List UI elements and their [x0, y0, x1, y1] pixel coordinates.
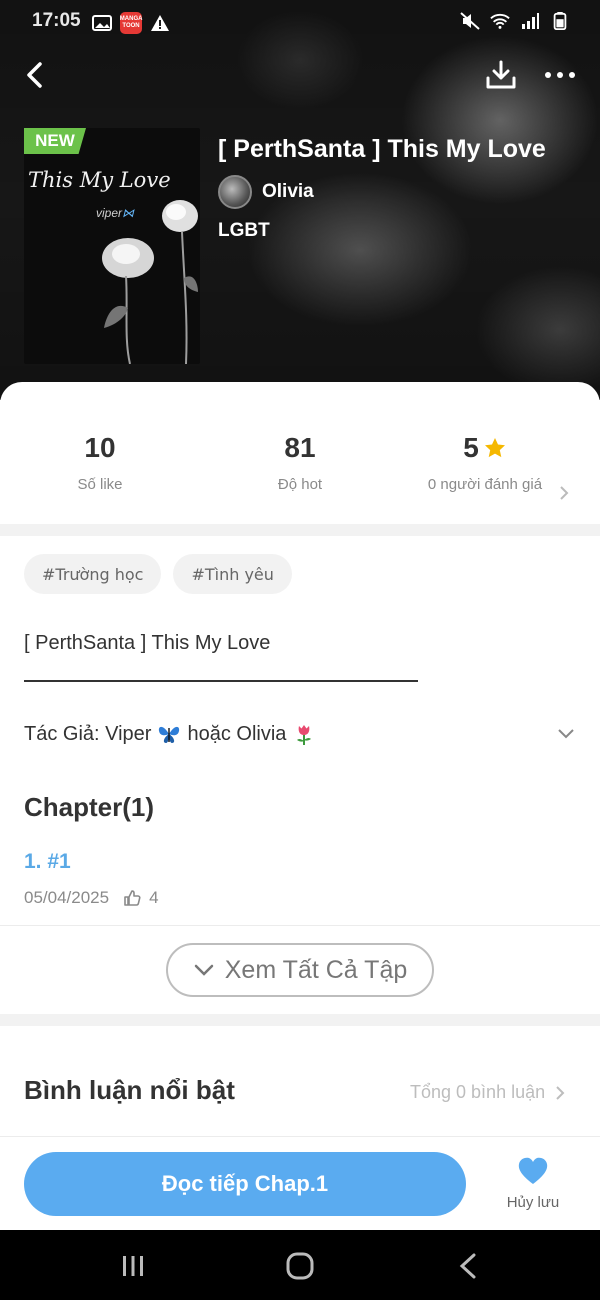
description-rule	[24, 680, 418, 682]
rating-value-row: 5	[463, 432, 507, 464]
thumbs-up-icon	[124, 890, 141, 906]
chevron-right-icon[interactable]	[558, 485, 570, 501]
comments-heading: Bình luận nổi bật	[24, 1075, 235, 1105]
star-icon	[484, 438, 505, 458]
chapter-meta: 05/04/2025 4	[24, 888, 159, 908]
hot-count: 81	[284, 432, 316, 463]
book-title: [ PerthSanta ] This My Love	[218, 135, 546, 163]
heart-icon	[518, 1157, 548, 1184]
chapter-date: 05/04/2025	[24, 888, 110, 907]
dot-icon	[545, 72, 551, 78]
chapter-link[interactable]: 1. #1	[24, 850, 71, 874]
cover-image[interactable]: This My Love viper⋈	[24, 128, 200, 364]
tag-list: #Trường học #Tình yêu	[24, 554, 292, 594]
chevron-down-icon[interactable]	[556, 726, 576, 742]
dot-icon	[557, 72, 563, 78]
battery-icon	[553, 12, 567, 30]
author-name[interactable]: Olivia	[262, 181, 314, 203]
download-button[interactable]	[484, 58, 518, 92]
more-options-button[interactable]	[540, 64, 580, 86]
download-icon	[486, 60, 516, 89]
hot-label: Độ hot	[277, 476, 323, 493]
chevron-right-icon	[556, 1085, 565, 1100]
rose-illustration	[102, 200, 198, 364]
chapter-heading: Chapter(1)	[24, 792, 155, 822]
unsave-label: Hủy lưu	[506, 1194, 560, 1211]
app-badge-icon: MANGA TOON	[120, 12, 142, 34]
likes-stat: 10 Số like	[0, 432, 200, 493]
back-button[interactable]	[18, 58, 50, 92]
stats-row: 10 Số like 81 Độ hot 5 0 người đánh giá	[0, 382, 600, 524]
view-all-chapters-button[interactable]: Xem Tất Cả Tập	[166, 943, 434, 997]
system-nav-bar	[0, 1230, 600, 1300]
rating-stat[interactable]: 5 0 người đánh giá	[385, 432, 585, 493]
unsave-button[interactable]: Hủy lưu	[498, 1156, 568, 1211]
status-time: 17:05	[32, 10, 81, 31]
likes-label: Số like	[77, 476, 123, 493]
description-author: Tác Giả: Viper hoặc Olivia	[24, 722, 316, 746]
chapter-like-count: 4	[149, 888, 159, 907]
status-left-icons: MANGA TOON	[92, 12, 170, 34]
divider	[0, 1136, 600, 1137]
section-divider	[0, 1014, 600, 1026]
home-icon[interactable]	[280, 1252, 320, 1280]
mute-icon	[460, 12, 480, 30]
rating-score: 5	[463, 432, 479, 463]
chapter-likes: 4	[123, 888, 159, 908]
tag-love[interactable]: #Tình yêu	[173, 554, 292, 594]
description-author-prefix: Tác Giả: Viper	[24, 722, 152, 745]
avatar[interactable]	[218, 175, 252, 209]
hot-stat: 81 Độ hot	[200, 432, 400, 493]
status-bar: 17:05 MANGA TOON	[0, 0, 600, 44]
tulip-icon	[297, 725, 312, 745]
butterfly-icon	[159, 726, 180, 743]
back-nav-icon[interactable]	[448, 1252, 488, 1280]
recent-apps-icon[interactable]	[113, 1252, 153, 1280]
signal-icon	[522, 13, 539, 29]
status-right-icons	[460, 12, 570, 30]
section-divider	[0, 524, 600, 536]
likes-count: 10	[84, 432, 116, 463]
chevron-down-icon	[194, 964, 213, 976]
description-author-rest: hoặc Olivia	[187, 722, 287, 745]
dot-icon	[569, 72, 575, 78]
genre-label[interactable]: LGBT	[218, 220, 270, 242]
new-badge: NEW	[24, 128, 86, 154]
warning-icon	[151, 15, 169, 31]
chevron-left-icon	[27, 62, 42, 88]
rating-label: 0 người đánh giá	[427, 476, 543, 493]
comments-total-link[interactable]: Tổng 0 bình luận	[410, 1082, 565, 1103]
tag-school[interactable]: #Trường học	[24, 554, 162, 594]
gallery-icon	[92, 15, 112, 31]
description-title: [ PerthSanta ] This My Love	[24, 632, 271, 654]
view-all-label: Xem Tất Cả Tập	[224, 955, 408, 984]
comments-total: Tổng 0 bình luận	[410, 1082, 546, 1102]
wifi-icon	[490, 13, 510, 29]
author-row[interactable]: Olivia	[218, 175, 314, 209]
continue-reading-button[interactable]: Đọc tiếp Chap.1	[24, 1152, 466, 1216]
divider	[0, 925, 600, 926]
